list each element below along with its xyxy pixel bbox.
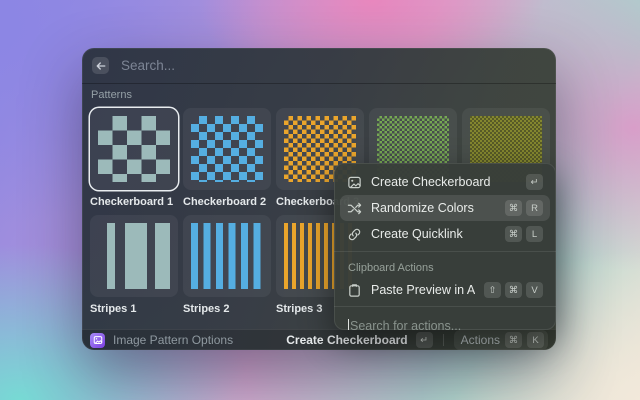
menu-item-randomize-colors[interactable]: Randomize Colors ⌘ R — [340, 195, 550, 221]
menu-divider — [334, 306, 556, 307]
stripes-thumbnail — [98, 223, 170, 289]
pattern-cell: Checkerboard 1 — [90, 108, 178, 208]
menu-item-create-quicklink[interactable]: Create Quicklink ⌘ L — [340, 221, 550, 247]
checkerboard-thumbnail — [191, 116, 263, 182]
menu-item-label: Randomize Colors — [371, 201, 496, 215]
shuffle-icon — [347, 201, 362, 216]
cmd-key: ⌘ — [505, 332, 522, 348]
cmd-key: ⌘ — [505, 226, 522, 242]
footer-separator — [443, 334, 444, 346]
primary-action-button[interactable]: Create Checkerboard — [286, 333, 407, 347]
pattern-card-checkerboard-2[interactable] — [183, 108, 271, 190]
k-key: K — [527, 332, 544, 348]
back-button[interactable] — [92, 57, 109, 74]
r-key: R — [526, 200, 543, 216]
actions-search-placeholder: Search for actions... — [350, 319, 461, 330]
clipboard-actions-header: Clipboard Actions — [340, 256, 550, 278]
pattern-cell: Stripes 1 — [90, 215, 178, 315]
search-input[interactable]: Search... — [121, 58, 175, 73]
pattern-cell: Stripes 2 — [183, 215, 271, 315]
menu-divider — [334, 251, 556, 252]
return-key: ↵ — [416, 332, 433, 348]
launcher-window: Search... Patterns Checkerboard 1 Checke… — [82, 48, 556, 350]
patterns-section-label: Patterns — [91, 89, 132, 101]
pattern-cell: Checkerboard 2 — [183, 108, 271, 208]
stripes-thumbnail — [191, 223, 263, 289]
actions-button[interactable]: Actions ⌘ K — [454, 330, 548, 350]
pattern-card-checkerboard-1[interactable] — [90, 108, 178, 190]
app-icon — [90, 333, 105, 348]
menu-item-create-checkerboard[interactable]: Create Checkerboard ↵ — [340, 169, 550, 195]
l-key: L — [526, 226, 543, 242]
search-bar: Search... — [82, 48, 556, 84]
pattern-card-stripes-2[interactable] — [183, 215, 271, 297]
actions-menu: Create Checkerboard ↵ Randomize Colors ⌘… — [334, 163, 556, 330]
clipboard-icon — [347, 283, 362, 298]
pattern-label: Checkerboard 1 — [90, 196, 178, 208]
actions-search-input[interactable]: Search for actions... — [340, 311, 550, 330]
actions-button-label: Actions — [461, 333, 500, 347]
footer-bar: Image Pattern Options Create Checkerboar… — [82, 329, 556, 350]
checkerboard-thumbnail — [98, 116, 170, 182]
menu-item-paste-preview[interactable]: Paste Preview in Active App ⇧ ⌘ V — [340, 278, 550, 302]
v-key: V — [526, 282, 543, 298]
pattern-label: Stripes 2 — [183, 303, 271, 315]
text-cursor — [348, 319, 349, 330]
menu-item-label: Create Quicklink — [371, 227, 496, 241]
extension-name: Image Pattern Options — [113, 333, 278, 347]
pattern-label: Checkerboard 2 — [183, 196, 271, 208]
menu-item-label: Paste Preview in Active App — [371, 283, 475, 297]
return-key: ↵ — [526, 174, 543, 190]
cmd-key: ⌘ — [505, 200, 522, 216]
cmd-key: ⌘ — [505, 282, 522, 298]
arrow-left-icon — [95, 60, 107, 72]
link-icon — [347, 227, 362, 242]
patterns-row-2: Stripes 1 Stripes 2 Stripes 3 — [90, 215, 364, 315]
pattern-label: Stripes 1 — [90, 303, 178, 315]
shift-key: ⇧ — [484, 282, 501, 298]
image-icon — [347, 175, 362, 190]
menu-item-label: Create Checkerboard — [371, 175, 517, 189]
pattern-card-stripes-1[interactable] — [90, 215, 178, 297]
